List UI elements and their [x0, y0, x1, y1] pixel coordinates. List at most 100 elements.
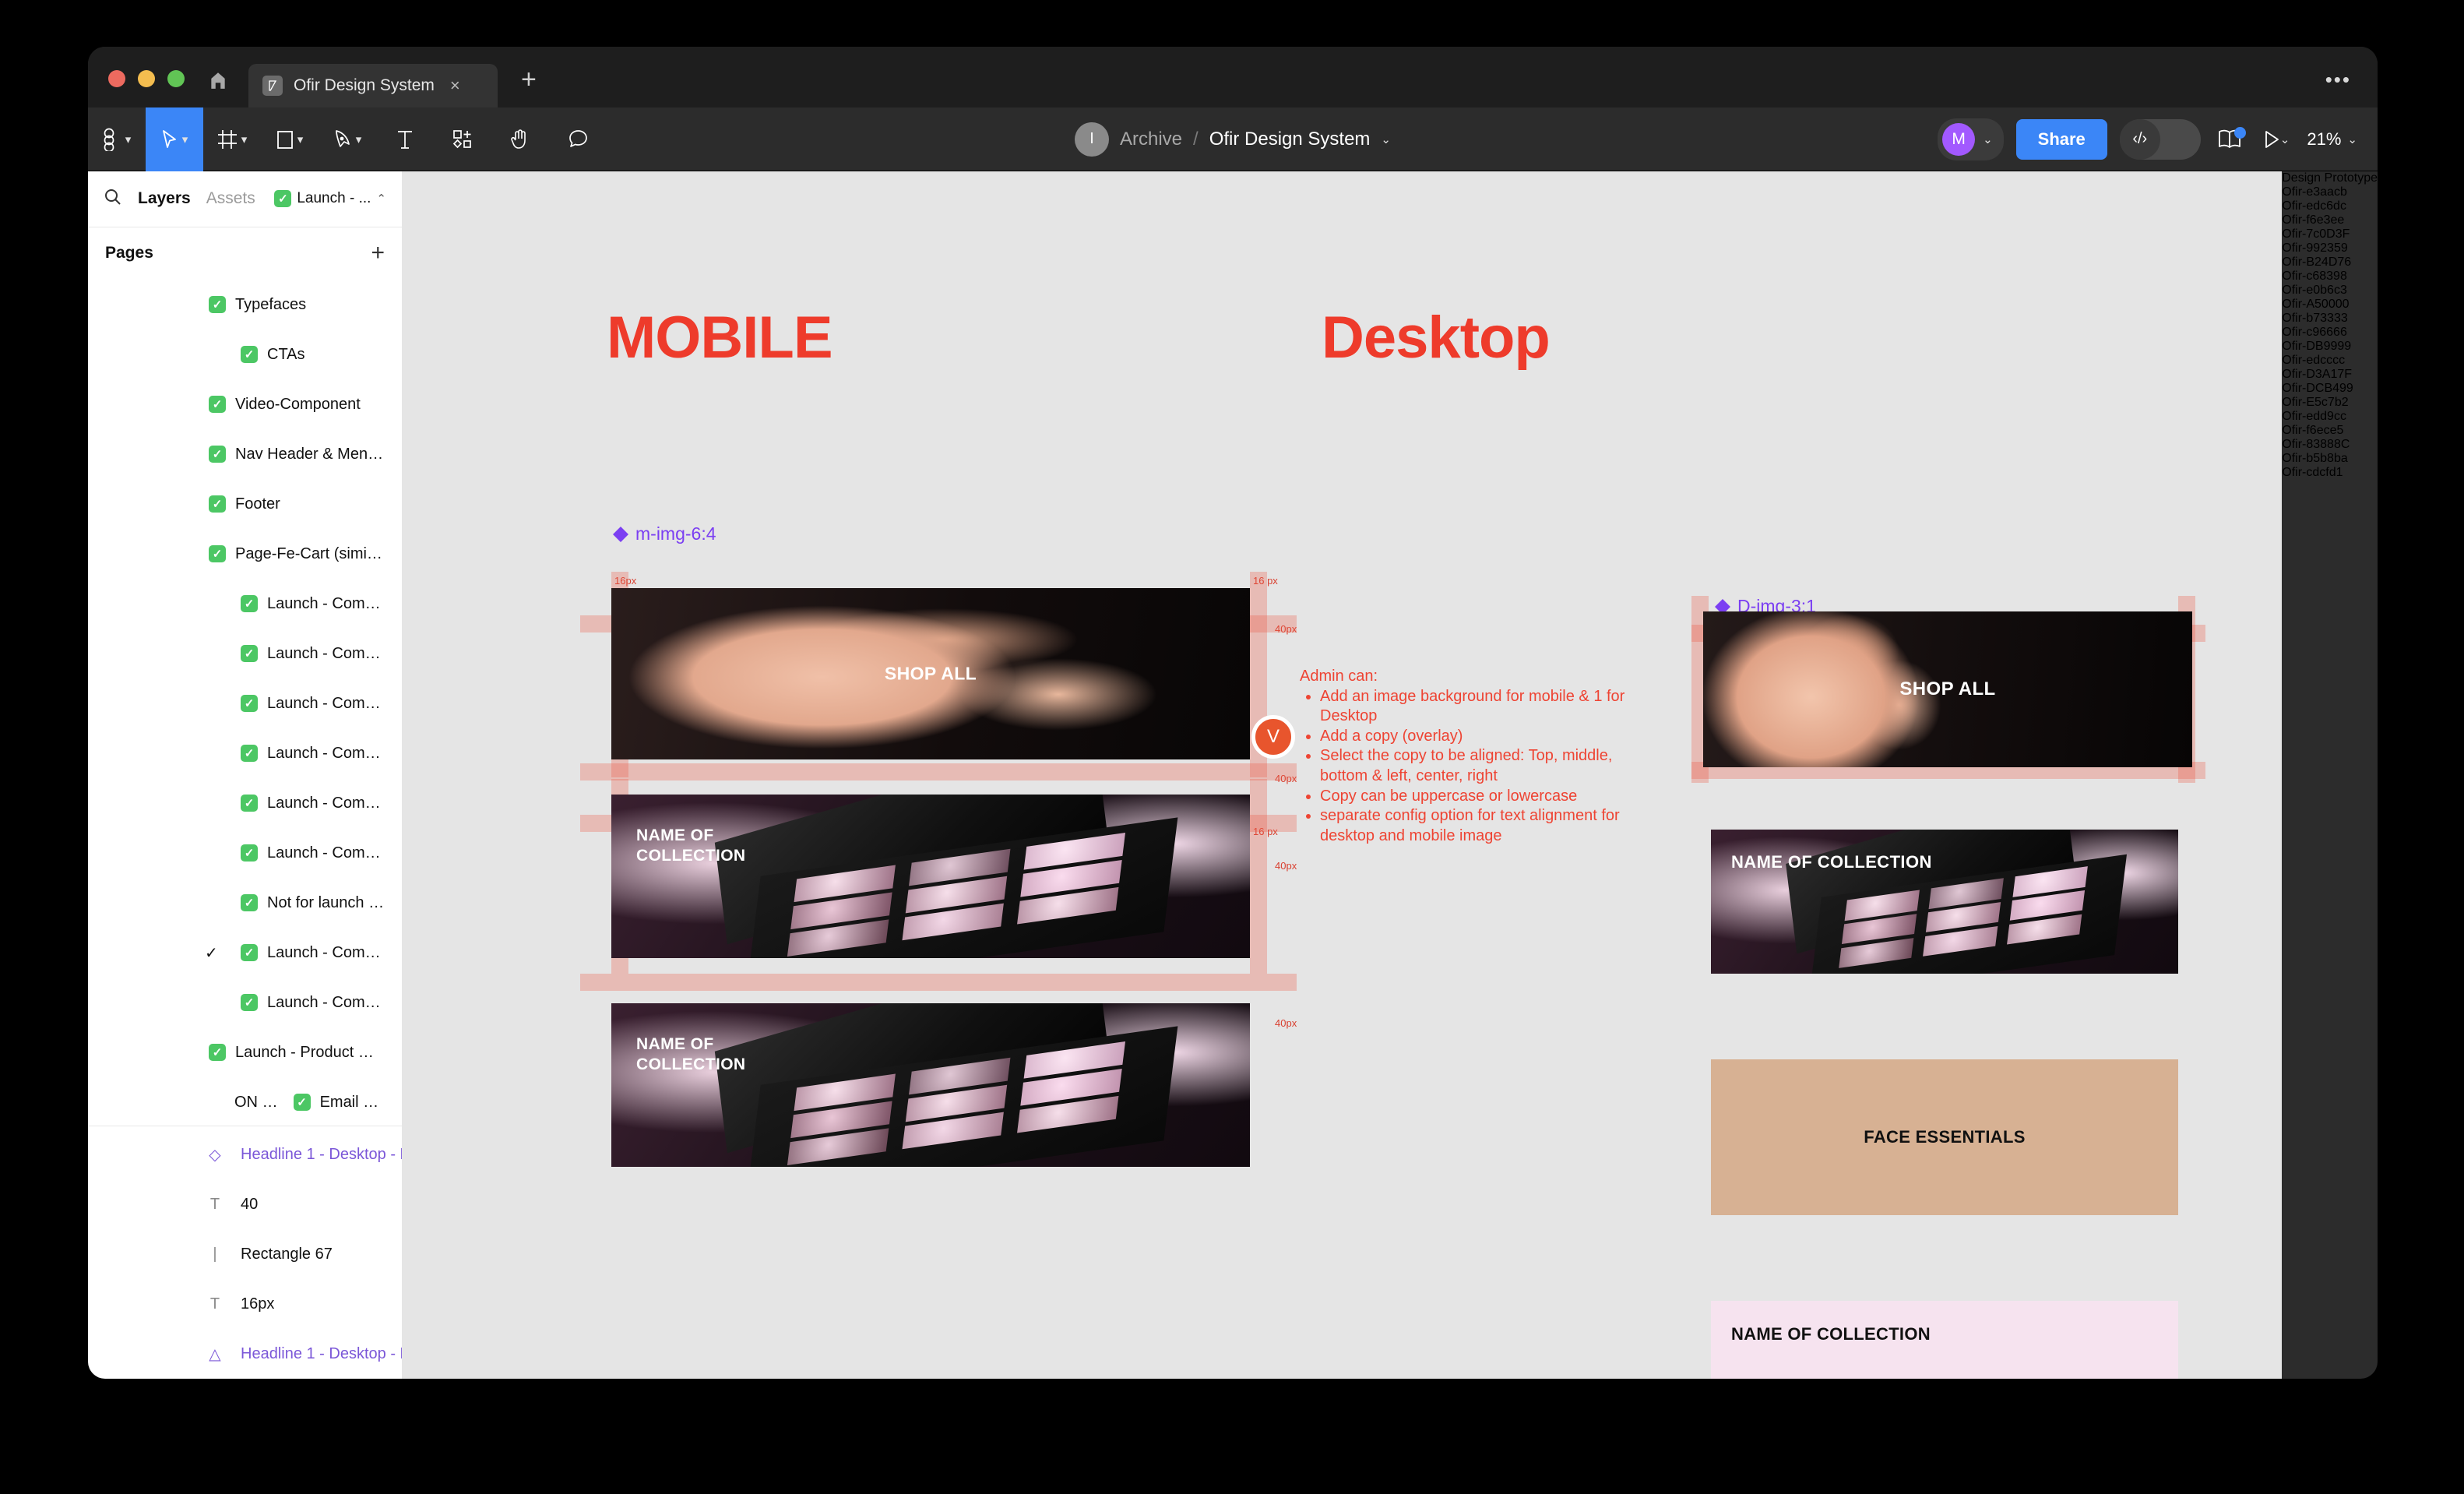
- color-style-row[interactable]: Ofir-7c0D3F: [2282, 227, 2378, 241]
- color-style-row[interactable]: Ofir-b73333: [2282, 312, 2378, 326]
- shape-tool-button[interactable]: ▾: [261, 107, 319, 171]
- frame-label-mobile[interactable]: m-img-6:4: [613, 523, 716, 544]
- color-style-row[interactable]: Ofir-e3aacb: [2282, 185, 2378, 199]
- page-list-item[interactable]: ✓ ✓ Launch - Component Full Width ...: [88, 928, 402, 978]
- page-list-item[interactable]: ✓ Launch - Component C | Full Wi...: [88, 678, 402, 728]
- page-list-item[interactable]: ✓ Not for launch - Component Col...: [88, 878, 402, 928]
- layer-list-item[interactable]: ◇ Headline 1 - Desktop - Raleway - black.…: [88, 1129, 402, 1179]
- dev-mode-toggle[interactable]: ‹/›: [2119, 118, 2201, 160]
- layer-list-item[interactable]: | Rectangle 67: [88, 1229, 402, 1279]
- add-page-button[interactable]: +: [371, 240, 385, 266]
- user-avatar-menu[interactable]: M ⌄: [1938, 118, 2004, 160]
- mobile-card-hero[interactable]: SHOP ALL: [611, 588, 1250, 759]
- color-style-row[interactable]: Ofir-f6ece5: [2282, 424, 2378, 438]
- page-list-item[interactable]: ON HOLD - ✓ Email & pop up: [88, 1077, 402, 1122]
- text-tool-icon: [398, 130, 412, 149]
- layer-label: 40: [241, 1195, 259, 1213]
- team-avatar[interactable]: I: [1075, 122, 1109, 157]
- breadcrumb-file-name[interactable]: Ofir Design System: [1209, 129, 1371, 150]
- page-list-item[interactable]: ✓ Video-Component: [88, 379, 402, 429]
- color-style-row[interactable]: Ofir-cdcfd1: [2282, 466, 2378, 480]
- share-button[interactable]: Share: [2015, 118, 2107, 160]
- browser-tab-title: Ofir Design System: [294, 76, 435, 94]
- color-style-row[interactable]: Ofir-f6e3ee: [2282, 213, 2378, 227]
- chevron-down-icon: ▾: [181, 132, 188, 146]
- color-style-row[interactable]: Ofir-edd9cc: [2282, 410, 2378, 424]
- color-style-row[interactable]: Ofir-E5c7b2: [2282, 396, 2378, 410]
- branch-selector[interactable]: ✓ Launch - ... ⌃: [274, 190, 386, 208]
- annotation-bullet: Add a copy (overlay): [1320, 727, 1627, 747]
- page-list-item[interactable]: ✓ Launch - Component Promo Ba...: [88, 728, 402, 778]
- color-style-name: Ofir-edc6dc: [2282, 199, 2346, 213]
- color-style-row[interactable]: Ofir-A50000: [2282, 298, 2378, 312]
- move-tool-button[interactable]: ▾: [146, 107, 203, 171]
- tab-layers[interactable]: Layers: [138, 189, 191, 208]
- maximize-window-button[interactable]: [167, 70, 185, 87]
- color-style-row[interactable]: Ofir-e0b6c3: [2282, 284, 2378, 298]
- layer-list-item[interactable]: △ Headline 1 - Desktop - Raleway - black.…: [88, 1329, 402, 1379]
- zoom-control[interactable]: 21% ⌄: [2307, 129, 2357, 150]
- page-list-item[interactable]: ✓ Nav Header & Menu + Login Page: [88, 429, 402, 479]
- library-button[interactable]: [2213, 126, 2246, 150]
- card-label: FACE ESSENTIALS: [1864, 1127, 2026, 1147]
- new-tab-button[interactable]: +: [498, 65, 560, 107]
- color-style-row[interactable]: Ofir-DB9999: [2282, 340, 2378, 354]
- color-style-row[interactable]: Ofir-992359: [2282, 241, 2378, 255]
- search-icon[interactable]: [104, 188, 122, 210]
- page-list-item[interactable]: ✓ Launch - Product Component & ...: [88, 1027, 402, 1077]
- chevron-down-icon[interactable]: ⌄: [1381, 132, 1391, 146]
- design-canvas[interactable]: MOBILE Desktop m-img-6:4 16px 16 px 40px…: [403, 171, 2283, 1379]
- color-style-row[interactable]: Ofir-c96666: [2282, 326, 2378, 340]
- color-style-row[interactable]: Ofir-b5b8ba: [2282, 452, 2378, 466]
- page-list-item[interactable]: ✓ Launch - Component Promo Ba...: [88, 828, 402, 878]
- figma-menu-button[interactable]: ▾: [88, 107, 146, 171]
- text-tool-button[interactable]: [376, 107, 434, 171]
- desktop-card-collection-flat[interactable]: NAME OF COLLECTION: [1711, 1301, 2178, 1379]
- page-list-item[interactable]: ✓ Page-Fe-Cart (similar to Upness): [88, 529, 402, 579]
- layer-label: 16px: [241, 1295, 275, 1313]
- color-style-row[interactable]: Ofir-c68398: [2282, 270, 2378, 284]
- color-style-name: Ofir-b73333: [2282, 312, 2348, 325]
- color-style-row[interactable]: Ofir-83888C: [2282, 438, 2378, 452]
- collaborator-cursor-badge: V: [1251, 715, 1295, 759]
- tab-assets[interactable]: Assets: [206, 189, 255, 208]
- mobile-card-collection-1[interactable]: NAME OF COLLECTION: [611, 795, 1250, 958]
- color-style-row[interactable]: Ofir-edcccc: [2282, 354, 2378, 368]
- page-list-item[interactable]: ✓ Launch - Component B | Split Im...: [88, 629, 402, 678]
- annotation-bullet: Copy can be uppercase or lowercase: [1320, 787, 1627, 807]
- tab-prototype[interactable]: Prototype: [2325, 171, 2378, 185]
- desktop-card-collection[interactable]: NAME OF COLLECTION: [1711, 830, 2178, 974]
- color-style-row[interactable]: Ofir-edc6dc: [2282, 199, 2378, 213]
- frame-tool-button[interactable]: ▾: [203, 107, 261, 171]
- comment-tool-button[interactable]: [549, 107, 607, 171]
- close-tab-button[interactable]: ×: [450, 76, 460, 96]
- color-style-row[interactable]: Ofir-DCB499: [2282, 382, 2378, 396]
- resources-tool-button[interactable]: [434, 107, 491, 171]
- mobile-card-collection-2[interactable]: NAME OF COLLECTION: [611, 1003, 1250, 1167]
- page-list-item[interactable]: ✓ Launch - Component Promo Ba...: [88, 778, 402, 828]
- card-overlay-text: NAME OF COLLECTION: [636, 1035, 746, 1074]
- present-button[interactable]: ⌄: [2258, 130, 2295, 149]
- page-list-item[interactable]: ✓ Launch - Component D | Split Im...: [88, 978, 402, 1027]
- minimize-window-button[interactable]: [138, 70, 155, 87]
- desktop-card-face-essentials[interactable]: FACE ESSENTIALS: [1711, 1059, 2178, 1215]
- tab-design[interactable]: Design: [2282, 171, 2321, 185]
- spacing-label: 40px: [1275, 860, 1297, 872]
- page-list-item[interactable]: ✓ Footer: [88, 479, 402, 529]
- home-button[interactable]: [202, 70, 248, 107]
- close-window-button[interactable]: [108, 70, 125, 87]
- color-style-row[interactable]: Ofir-D3A17F: [2282, 368, 2378, 382]
- color-style-row[interactable]: Ofir-B24D76: [2282, 255, 2378, 270]
- window-more-button[interactable]: •••: [2325, 68, 2351, 92]
- check-emoji-icon: ✓: [241, 944, 258, 962]
- hand-tool-button[interactable]: [491, 107, 549, 171]
- breadcrumb-parent[interactable]: Archive: [1120, 129, 1182, 150]
- desktop-card-hero[interactable]: SHOP ALL: [1703, 611, 2192, 767]
- page-list-item[interactable]: ✓ Launch - Component A | Split Im...: [88, 579, 402, 629]
- page-list-item[interactable]: ✓ Typefaces: [88, 280, 402, 329]
- browser-tab[interactable]: Ofir Design System ×: [248, 64, 498, 107]
- pen-tool-button[interactable]: ▾: [319, 107, 376, 171]
- layer-list-item[interactable]: T 16px: [88, 1279, 402, 1329]
- layer-list-item[interactable]: T 40: [88, 1179, 402, 1229]
- page-list-item[interactable]: ✓ CTAs: [88, 329, 402, 379]
